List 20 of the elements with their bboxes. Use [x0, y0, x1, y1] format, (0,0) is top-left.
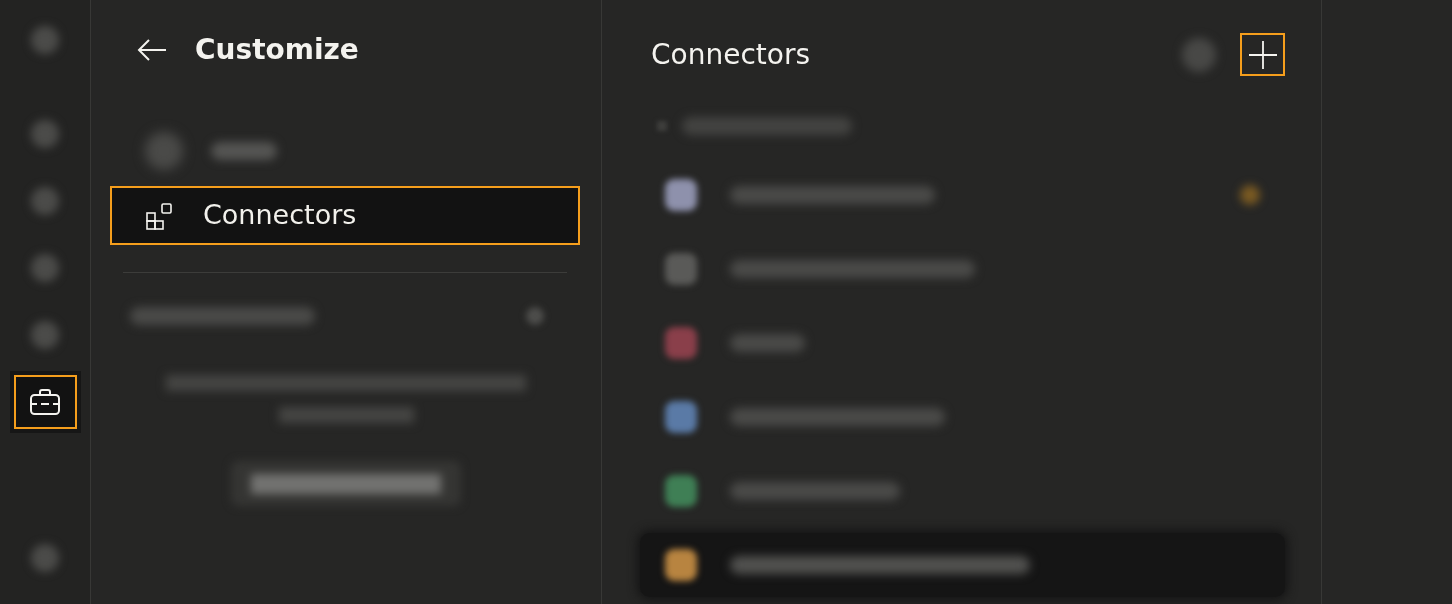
blurred-icon[interactable] [1182, 37, 1216, 72]
nav-item[interactable]: Connectors [110, 186, 580, 245]
plus-icon [1247, 39, 1278, 70]
toolbox-icon [27, 386, 63, 418]
blurred-icon [31, 120, 59, 148]
arrow-left-icon [137, 38, 167, 62]
blurred-icon [31, 254, 59, 282]
blurred-icon [31, 187, 59, 215]
blocks-icon [145, 200, 175, 231]
panel-title: Connectors [651, 37, 811, 72]
panel-title: Customize [195, 33, 359, 67]
back-button[interactable] [137, 38, 167, 62]
blurred-icon[interactable] [31, 544, 59, 572]
connector-row[interactable] [640, 533, 1285, 597]
blurred-label [211, 141, 277, 160]
blurred-icon [31, 321, 59, 349]
add-button[interactable] [1240, 33, 1285, 76]
blurred-icon [145, 131, 183, 170]
blurred-icon[interactable] [526, 307, 544, 325]
blurred-icon[interactable] [31, 26, 59, 54]
